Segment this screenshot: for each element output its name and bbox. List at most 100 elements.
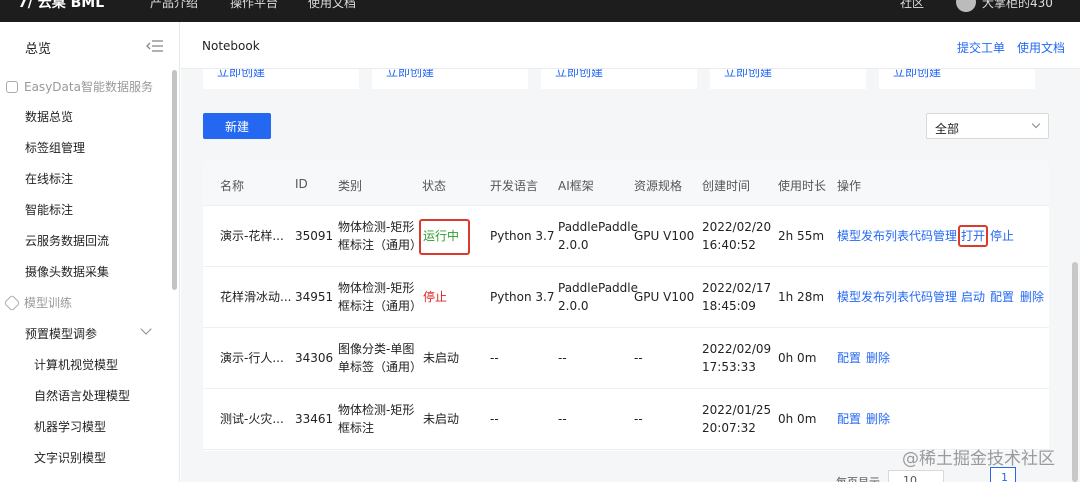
- sidebar-item-online-annotation[interactable]: 在线标注: [25, 170, 73, 187]
- status-filter-select[interactable]: 全部: [926, 113, 1049, 139]
- template-card[interactable]: 立即创建: [541, 69, 697, 89]
- sidebar-item-preset-tuning[interactable]: 预置模型调参: [25, 325, 97, 342]
- top-navigation-bar: 7/ 云桌 BML 产品介绍 操作平台 使用文档 社区 大掌柜的430: [0, 0, 1080, 22]
- column-header: 操作: [837, 179, 862, 193]
- notebook-category: 图像分类-单图 单标签（通用）: [338, 340, 422, 376]
- created-clock: 16:40:52: [702, 238, 756, 252]
- delete-link[interactable]: 删除: [1020, 288, 1044, 305]
- dev-language: --: [490, 351, 499, 365]
- new-notebook-button[interactable]: 新建: [203, 113, 271, 139]
- created-date: 2022/02/20: [702, 220, 772, 234]
- dev-language: --: [490, 412, 499, 426]
- framework-name: PaddlePaddle: [558, 281, 639, 295]
- sidebar-group-easydata[interactable]: EasyData智能数据服务: [6, 78, 153, 95]
- template-card[interactable]: 立即创建: [372, 69, 528, 89]
- sidebar-scrollbar[interactable]: [172, 70, 177, 290]
- sidebar-item-data-overview[interactable]: 数据总览: [25, 108, 73, 125]
- table-row: 花样滑冰动... 34951 物体检测-矩形 框标注（通用） 停止 Python …: [203, 267, 1049, 328]
- submit-ticket-link[interactable]: 提交工单: [957, 39, 1005, 56]
- create-now-link[interactable]: 立即创建: [724, 69, 772, 80]
- data-service-icon: [6, 80, 18, 93]
- created-time: 2022/02/09 17:53:33: [702, 340, 771, 376]
- create-now-link[interactable]: 立即创建: [386, 69, 434, 80]
- nav-docs[interactable]: 使用文档: [308, 0, 356, 11]
- delete-link[interactable]: 删除: [866, 410, 890, 427]
- template-card[interactable]: 立即创建: [879, 69, 1035, 89]
- sidebar-item-camera-collect[interactable]: 摄像头数据采集: [25, 263, 109, 280]
- template-card[interactable]: 立即创建: [203, 69, 359, 89]
- sidebar: 总览 EasyData智能数据服务 数据总览 标签组管理 在线标注 智能标注 云…: [0, 22, 180, 482]
- start-link[interactable]: 启动: [961, 288, 985, 305]
- page-size-select[interactable]: 10: [888, 470, 944, 482]
- sidebar-item-ml-models[interactable]: 机器学习模型: [34, 418, 106, 435]
- created-clock: 18:45:09: [702, 299, 756, 313]
- created-clock: 20:07:32: [702, 421, 756, 435]
- model-release-list-link[interactable]: 模型发布列表: [837, 288, 909, 305]
- user-name[interactable]: 大掌柜的430: [982, 0, 1053, 11]
- category-line: 物体检测-矩形: [338, 403, 415, 417]
- collapse-menu-icon[interactable]: [146, 40, 164, 52]
- sidebar-group-model-training[interactable]: 模型训练: [3, 294, 72, 311]
- column-header: ID: [295, 177, 308, 191]
- config-link[interactable]: 配置: [837, 349, 861, 366]
- page-size-value: 10: [903, 474, 917, 482]
- nav-platform[interactable]: 操作平台: [230, 0, 278, 11]
- framework-name: PaddlePaddle: [558, 220, 639, 234]
- code-management-link[interactable]: 代码管理: [909, 288, 957, 305]
- template-card[interactable]: 立即创建: [710, 69, 866, 89]
- notebook-name[interactable]: 花样滑冰动...: [220, 288, 291, 306]
- usage-docs-link[interactable]: 使用文档: [1017, 39, 1065, 56]
- created-time: 2022/02/17 18:45:09: [702, 279, 771, 315]
- stop-link[interactable]: 停止: [990, 227, 1014, 244]
- framework-version: 2.0.0: [558, 299, 589, 313]
- status-badge: 未启动: [423, 412, 460, 426]
- notebook-id: 35091: [295, 229, 334, 243]
- delete-link[interactable]: 删除: [866, 349, 890, 366]
- category-line: 单标签（通用）: [338, 360, 423, 374]
- chevron-down-icon: [1031, 119, 1041, 129]
- user-avatar[interactable]: [956, 0, 976, 12]
- nav-products[interactable]: 产品介绍: [150, 0, 198, 11]
- model-release-list-link[interactable]: 模型发布列表: [837, 227, 909, 244]
- page-header: Notebook 提交工单 使用文档: [181, 22, 1080, 69]
- resource-spec: GPU V100: [634, 229, 695, 243]
- sidebar-item-cloud-reflow[interactable]: 云服务数据回流: [25, 232, 109, 249]
- config-link[interactable]: 配置: [990, 288, 1014, 305]
- sidebar-item-cv-models[interactable]: 计算机视觉模型: [34, 356, 118, 373]
- page-number-button[interactable]: 1: [990, 467, 1016, 482]
- content-scrollbar[interactable]: [1072, 262, 1078, 482]
- category-line: 框标注（通用）: [338, 238, 423, 252]
- chevron-down-icon[interactable]: [140, 323, 152, 335]
- table-row: 测试-火灾... 33461 物体检测-矩形 框标注 未启动 -- -- -- 2…: [203, 389, 1049, 450]
- notebook-id: 33461: [295, 412, 334, 426]
- sidebar-item-ocr-models[interactable]: 文字识别模型: [34, 449, 106, 466]
- resource-spec: GPU V100: [634, 290, 695, 304]
- usage-duration: 2h 55m: [778, 229, 825, 243]
- sidebar-item-nlp-models[interactable]: 自然语言处理模型: [34, 387, 130, 404]
- notebook-table: 名称 ID 类别 状态 开发语言 AI框架 资源规格 创建时间 使用时长 操作 …: [203, 161, 1049, 451]
- status-badge: 未启动: [423, 351, 460, 365]
- page-size-label: 每页显示: [836, 474, 880, 482]
- sidebar-item-smart-annotation[interactable]: 智能标注: [25, 201, 73, 218]
- ai-framework: --: [558, 351, 567, 365]
- notebook-name[interactable]: 演示-花样...: [220, 227, 284, 245]
- sidebar-item-label-groups[interactable]: 标签组管理: [25, 139, 85, 156]
- sidebar-item-overview[interactable]: 总览: [25, 38, 51, 57]
- create-now-link[interactable]: 立即创建: [555, 69, 603, 80]
- config-link[interactable]: 配置: [837, 410, 861, 427]
- notebook-category: 物体检测-矩形 框标注（通用）: [338, 218, 422, 254]
- main-content: 立即创建 立即创建 立即创建 立即创建 立即创建 新建 全部 名称 ID 类别 …: [181, 69, 1080, 482]
- dev-language: Python 3.7: [490, 290, 555, 304]
- brand-logo[interactable]: 7/ 云桌 BML: [18, 0, 104, 12]
- create-now-link[interactable]: 立即创建: [217, 69, 265, 80]
- create-now-link[interactable]: 立即创建: [893, 69, 941, 80]
- highlight-box: [419, 219, 470, 255]
- nav-community[interactable]: 社区: [900, 0, 924, 11]
- ai-framework: PaddlePaddle 2.0.0: [558, 279, 638, 315]
- usage-duration: 0h 0m: [778, 351, 817, 365]
- code-management-link[interactable]: 代码管理: [909, 227, 957, 244]
- notebook-name[interactable]: 演示-行人...: [220, 349, 284, 367]
- highlight-box: [958, 225, 988, 247]
- column-header: 开发语言: [490, 179, 539, 193]
- notebook-name[interactable]: 测试-火灾...: [220, 410, 284, 428]
